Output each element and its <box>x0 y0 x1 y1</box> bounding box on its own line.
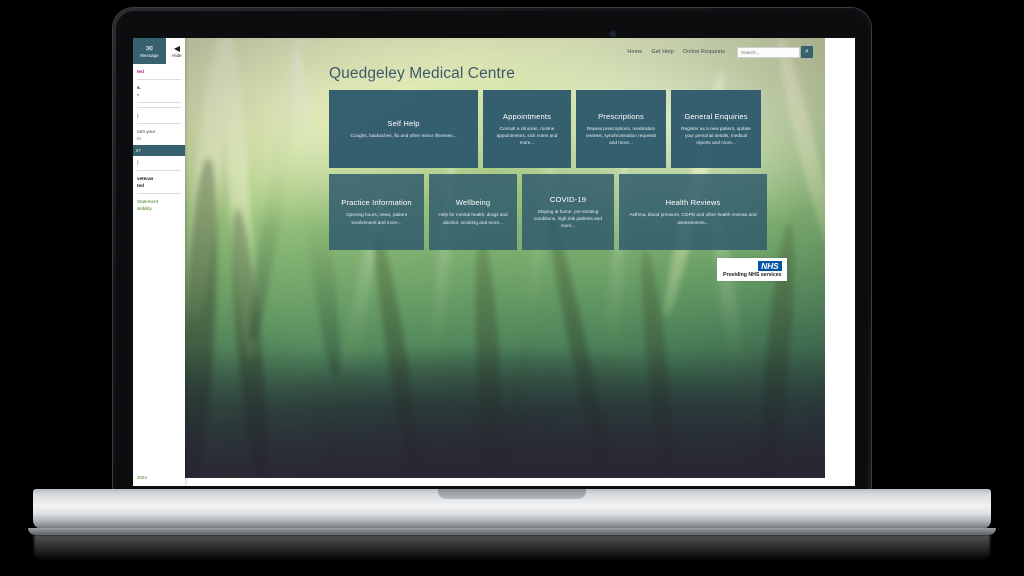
envelope-icon: ✉ <box>146 43 153 53</box>
divider <box>137 170 181 171</box>
page-bottom-gutter <box>177 478 825 486</box>
sidebar-body: ted s. e ) rom your m s? ) veteran ted S… <box>133 64 185 212</box>
sidebar-link[interactable]: ssibility <box>137 205 181 212</box>
sidebar-toolbar: ✉ Message ◀ Hide <box>133 38 185 64</box>
sidebar-text[interactable]: m <box>137 135 181 142</box>
sidebar-text: s. <box>137 85 141 90</box>
laptop-base <box>33 489 991 529</box>
page-right-gutter <box>825 38 855 486</box>
sidebar-footer: 2023 <box>137 475 147 480</box>
tile-title: Prescriptions <box>598 111 644 121</box>
message-button[interactable]: ✉ Message <box>133 38 166 64</box>
hide-button-label: Hide <box>172 52 182 58</box>
tile-title: Appointments <box>502 111 552 121</box>
page-content: Home Get Help Online Requests ⌕ Quedgele… <box>177 38 825 478</box>
service-tiles-row-2: Practice Information Opening hours, news… <box>329 174 767 250</box>
tile-title: Practice Information <box>341 198 412 208</box>
sidebar-highlighted-item[interactable]: s? <box>133 145 185 156</box>
divider <box>137 107 181 108</box>
tile-description: Opening hours, news, patient involvement… <box>346 212 407 225</box>
top-navigation: Home Get Help Online Requests ⌕ <box>627 46 813 58</box>
search-input[interactable] <box>737 46 800 58</box>
sidebar-text[interactable]: e <box>137 91 181 98</box>
sidebar-text: veteran <box>137 176 154 181</box>
search-bar: ⌕ <box>737 46 813 58</box>
nhs-badge-tagline: Providing NHS services <box>723 272 782 278</box>
site-sidebar: ✉ Message ◀ Hide ted s. e ) rom your m s… <box>133 38 185 486</box>
sidebar-text: ) <box>137 113 139 118</box>
sidebar-text: rom your <box>137 129 156 134</box>
tile-title: Wellbeing <box>455 198 491 208</box>
divider <box>137 193 181 194</box>
laptop-reflection <box>34 535 990 561</box>
laptop-mockup: Home Get Help Online Requests ⌕ Quedgele… <box>0 0 1024 576</box>
message-button-label: Message <box>140 52 159 58</box>
sidebar-text: ) <box>137 160 139 165</box>
nhs-logo-icon: NHS <box>758 261 782 271</box>
tile-prescriptions[interactable]: Prescriptions Repeat prescriptions, medi… <box>576 90 666 168</box>
tile-description: Coughs, backaches, flu and other minor i… <box>350 132 457 138</box>
search-icon[interactable]: ⌕ <box>801 46 813 58</box>
service-tiles-row-1: Self Help Coughs, backaches, flu and oth… <box>329 90 761 168</box>
laptop-base-notch <box>438 489 586 499</box>
nav-link-home[interactable]: Home <box>627 49 642 55</box>
tile-self-help[interactable]: Self Help Coughs, backaches, flu and oth… <box>329 90 478 168</box>
divider <box>137 79 181 80</box>
divider <box>137 123 181 124</box>
tile-health-reviews[interactable]: Health Reviews Asthma, blood pressure, C… <box>619 174 767 250</box>
laptop-base-lip <box>28 528 996 535</box>
tile-general-enquiries[interactable]: General Enquiries Register as a new pati… <box>671 90 761 168</box>
tile-description: Register as a new patient, update your p… <box>681 125 751 146</box>
page-title: Quedgeley Medical Centre <box>329 65 515 82</box>
tile-description: Help for mental health, drugs and alcoho… <box>438 212 508 225</box>
tile-description: Staying at home, pre-existing conditions… <box>533 208 602 229</box>
tile-description: Consult a clinician, routine appointment… <box>496 125 558 146</box>
speaker-icon: ◀ <box>173 43 181 53</box>
sidebar-text: ted <box>137 183 144 188</box>
tile-practice-information[interactable]: Practice Information Opening hours, news… <box>329 174 424 250</box>
divider <box>137 102 181 103</box>
tile-title: Self Help <box>387 118 420 128</box>
tile-covid-19[interactable]: COVID-19 Staying at home, pre-existing c… <box>522 174 614 250</box>
tile-description: Asthma, blood pressure, COPD and other h… <box>629 212 757 225</box>
sidebar-link[interactable]: Statement <box>137 198 181 205</box>
tile-title: COVID-19 <box>549 194 587 204</box>
nav-link-get-help[interactable]: Get Help <box>651 49 673 55</box>
tile-description: Repeat prescriptions, medication reviews… <box>585 125 657 146</box>
nhs-badge: NHS Providing NHS services <box>717 258 787 281</box>
tile-appointments[interactable]: Appointments Consult a clinician, routin… <box>483 90 571 168</box>
browser-screen: Home Get Help Online Requests ⌕ Quedgele… <box>133 38 855 486</box>
nav-link-online-requests[interactable]: Online Requests <box>683 49 725 55</box>
hide-button[interactable]: ◀ Hide <box>166 38 185 64</box>
sidebar-text: ted <box>137 69 144 74</box>
tile-title: General Enquiries <box>684 111 748 121</box>
webcam-icon <box>610 31 616 37</box>
tile-wellbeing[interactable]: Wellbeing Help for mental health, drugs … <box>429 174 517 250</box>
tile-title: Health Reviews <box>665 198 721 208</box>
